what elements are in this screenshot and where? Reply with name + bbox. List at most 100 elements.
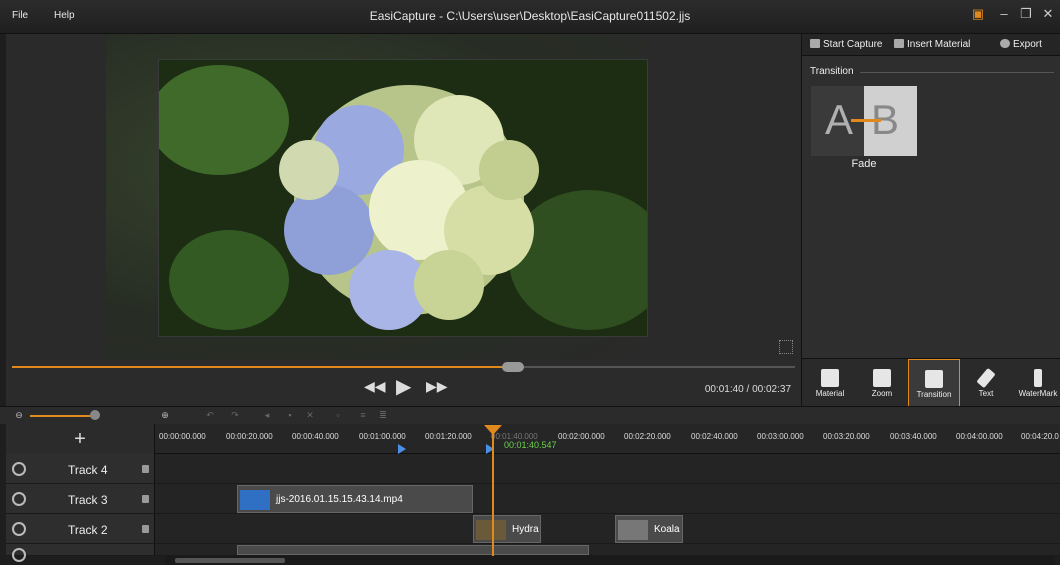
tab-label: Start Capture — [823, 39, 883, 50]
seek-handle[interactable] — [502, 362, 525, 372]
clip-label: jjs-2016.01.15.15.43.14.mp4 — [276, 494, 403, 505]
cut-icon[interactable]: ✕ — [305, 410, 315, 420]
lock-icon[interactable] — [142, 525, 149, 533]
ruler-tick: 00:00:40.000 — [292, 432, 339, 441]
close-button[interactable]: ✕ — [1040, 6, 1056, 22]
pen-icon — [976, 367, 996, 389]
transition-icon — [925, 370, 943, 388]
timeline-ruler[interactable]: 00:00:00.000 00:00:20.000 00:00:40.000 0… — [155, 424, 1060, 454]
marker-icon[interactable] — [398, 444, 406, 454]
align-icon[interactable]: ≡ — [358, 410, 368, 420]
section-divider — [860, 72, 1054, 73]
tool-label: Transition — [916, 390, 952, 399]
track-header-2[interactable]: Track 2 — [6, 514, 155, 544]
ruler-tick: 00:00:20.000 — [226, 432, 273, 441]
zoom-in-icon[interactable]: ⊕ — [160, 410, 170, 420]
ruler-tick: 00:00:00.000 — [159, 432, 206, 441]
film-reel-icon — [12, 462, 26, 476]
fast-forward-icon[interactable]: ▶▶ — [426, 378, 448, 395]
zoom-out-icon[interactable]: ⊖ — [14, 410, 24, 420]
lock-icon[interactable] — [142, 465, 149, 473]
film-reel-icon — [12, 522, 26, 536]
ruler-tick: 00:01:00.000 — [359, 432, 406, 441]
preview-frame — [158, 59, 648, 337]
add-track-button[interactable]: + — [6, 424, 155, 454]
ruler-tick: 00:04:00.000 — [956, 432, 1003, 441]
volume-icon[interactable]: ◂ — [262, 410, 272, 420]
track-header-1[interactable] — [6, 544, 155, 562]
film-reel-icon — [12, 492, 26, 506]
scrollbar-thumb[interactable] — [175, 558, 285, 563]
rewind-icon[interactable]: ◀◀ — [364, 378, 386, 395]
track-lane-2[interactable]: Hydra Koala — [155, 514, 1060, 544]
ruler-tick: 00:01:20.000 — [425, 432, 472, 441]
playback-bar: ◀◀ ▶ ▶▶ 00:01:40 / 00:02:37 — [6, 360, 801, 406]
delete-icon[interactable]: ▫ — [333, 410, 343, 420]
tool-label: WaterMark — [1018, 389, 1058, 398]
tool-text[interactable]: Text — [960, 359, 1012, 407]
clip-thumbnail — [476, 520, 506, 540]
track-name: Track 4 — [68, 463, 108, 477]
tool-label: Material — [815, 389, 845, 398]
track-header-3[interactable]: Track 3 — [6, 484, 155, 514]
play-icon[interactable]: ▶ — [396, 374, 411, 399]
zoom-icon — [873, 369, 891, 387]
playhead[interactable] — [492, 428, 494, 565]
clip-label: Koala — [654, 524, 680, 535]
video-preview — [6, 34, 801, 360]
video-clip[interactable]: jjs-2016.01.15.15.43.14.mp4 — [237, 485, 473, 513]
timeline-toolbar: ⊖ ⊕ ↶ ↷ ◂ ▪ ✕ ▫ ≡ ≣ — [0, 406, 1060, 424]
skin-icon[interactable]: ▣ — [970, 6, 986, 22]
playhead-time: 00:01:40.547 — [504, 440, 557, 450]
tab-export[interactable]: Export — [1000, 39, 1042, 50]
transition-label: Fade — [851, 158, 877, 170]
title-bar: File Help EasiCapture - C:\Users\user\De… — [0, 0, 1060, 34]
tool-watermark[interactable]: WaterMark — [1012, 359, 1060, 407]
material-icon — [821, 369, 839, 387]
minimize-button[interactable]: – — [996, 6, 1012, 22]
tool-label: Zoom — [871, 389, 893, 398]
tab-insert-material[interactable]: Insert Material — [894, 39, 970, 50]
fullscreen-icon[interactable] — [779, 340, 793, 354]
lock-icon[interactable] — [142, 495, 149, 503]
track-lane-3[interactable]: jjs-2016.01.15.15.43.14.mp4 — [155, 484, 1060, 514]
track-name: Track 2 — [68, 523, 108, 537]
split-icon[interactable]: ▪ — [285, 410, 295, 420]
distribute-icon[interactable]: ≣ — [378, 410, 388, 420]
tab-start-capture[interactable]: Start Capture — [810, 39, 882, 50]
seek-progress — [12, 366, 514, 368]
clip-thumbnail — [618, 520, 648, 540]
track-lane-4[interactable] — [155, 454, 1060, 484]
track-name: Track 3 — [68, 493, 108, 507]
window-title: EasiCapture - C:\Users\user\Desktop\Easi… — [369, 9, 691, 23]
image-clip[interactable]: Hydra — [473, 515, 541, 543]
transition-fade-thumb[interactable]: A B — [811, 86, 917, 156]
audio-clip[interactable] — [237, 545, 589, 555]
ruler-tick: 00:03:20.000 — [823, 432, 870, 441]
zoom-handle[interactable] — [90, 410, 100, 420]
ruler-tick: 00:03:00.000 — [757, 432, 804, 441]
tool-transition[interactable]: Transition — [908, 359, 960, 407]
track-header-4[interactable]: Track 4 — [6, 454, 155, 484]
image-clip[interactable]: Koala — [615, 515, 683, 543]
tool-material[interactable]: Material — [804, 359, 856, 407]
tool-zoom[interactable]: Zoom — [856, 359, 908, 407]
ruler-tick: 00:02:00.000 — [558, 432, 605, 441]
timecode: 00:01:40 / 00:02:37 — [704, 384, 791, 395]
ruler-tick: 00:02:40.000 — [691, 432, 738, 441]
redo-icon[interactable]: ↷ — [230, 410, 240, 420]
clip-label: Hydra — [512, 524, 539, 535]
tool-tabs: Material Zoom Transition Text WaterMark — [802, 358, 1060, 407]
undo-icon[interactable]: ↶ — [205, 410, 215, 420]
track-lane-1[interactable] — [155, 544, 1060, 556]
arrow-icon — [851, 119, 881, 122]
stamp-icon — [1034, 369, 1042, 387]
ruler-tick: 00:04:20.0 — [1021, 432, 1059, 441]
panel-tabs: Start Capture Insert Material Export — [802, 34, 1060, 56]
restore-button[interactable]: ❐ — [1018, 6, 1034, 22]
tool-label: Text — [978, 389, 994, 398]
zoom-slider[interactable] — [30, 415, 96, 417]
timeline-scrollbar[interactable] — [165, 556, 1055, 565]
seek-slider[interactable] — [12, 362, 795, 372]
tab-label: Insert Material — [907, 39, 971, 50]
